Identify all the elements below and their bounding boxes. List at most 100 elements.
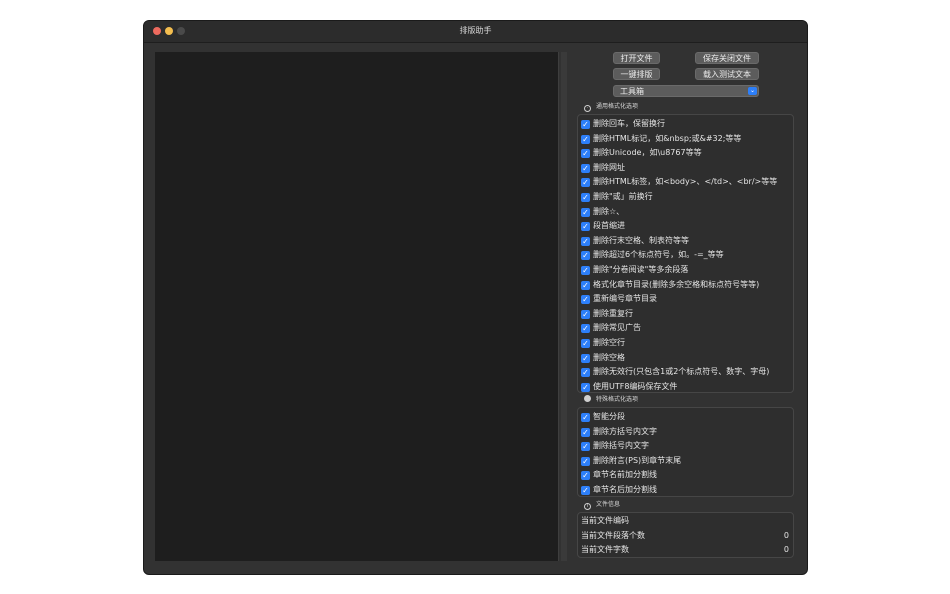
checkmark-icon[interactable]: ✓ — [581, 427, 590, 437]
option-checkbox-row[interactable]: ✓ 章节名后加分割线 — [581, 484, 657, 497]
file-info-row: 当前文件编码 — [581, 515, 789, 529]
checkmark-icon[interactable]: ✓ — [581, 207, 590, 217]
app-window: 排版助手 打开文件 保存关闭文件 一键排版 载入测试文本 工具箱 ⌄ · 通用格式… — [143, 20, 808, 575]
option-label: 重新编号章节目录 — [593, 294, 657, 304]
checkmark-icon[interactable]: ✓ — [581, 266, 590, 275]
checkmark-icon[interactable]: ✓ — [581, 324, 590, 334]
info-icon: i — [584, 503, 591, 510]
file-info-label: 当前文件段落个数 — [581, 530, 645, 540]
option-label: 删除无效行(只包含1或2个标点符号、数字、字母) — [593, 367, 770, 377]
option-label: 章节名后加分割线 — [593, 485, 657, 494]
special-options-header: 特殊格式化选项 — [584, 395, 638, 405]
option-checkbox-row[interactable]: ✓ 删除回车，保留换行 — [581, 118, 665, 131]
option-label: 删除行末空格、制表符等等 — [593, 235, 689, 245]
radio-icon — [584, 395, 591, 402]
option-checkbox-row[interactable]: ✓ 删除空格 — [581, 352, 625, 365]
checkmark-icon[interactable]: ✓ — [581, 309, 590, 319]
option-checkbox-row[interactable]: ✓ 删除☆、 — [581, 206, 624, 219]
file-info-row: 当前文件段落个数 0 — [581, 530, 789, 544]
option-checkbox-row[interactable]: ✓ 使用UTF8编码保存文件 — [581, 381, 677, 394]
target-icon: · — [584, 105, 591, 112]
checkmark-icon[interactable]: ✓ — [581, 382, 590, 392]
option-checkbox-row[interactable]: ✓ 删除常见广告 — [581, 322, 641, 335]
option-checkbox-row[interactable]: ✓ 删除HTML标签，如<body>、</td>、<br/>等等 — [581, 176, 777, 189]
option-label: 删除"分卷阅读"等多余段落 — [593, 265, 689, 274]
option-checkbox-row[interactable]: ✓ 删除方括号内文字 — [581, 426, 657, 439]
window-title: 排版助手 — [459, 26, 492, 35]
option-checkbox-row[interactable]: ✓ 删除超过6个标点符号，如。-=_等等 — [581, 249, 724, 262]
one-click-format-button[interactable]: 一键排版 — [613, 68, 660, 80]
special-options-group: ✓ 智能分段 ✓ 删除方括号内文字 ✓ 删除括号内文字 ✓ 删除附言(PS)到章节末尾 ✓ 章节名… — [577, 407, 794, 497]
checkmark-icon[interactable]: ✓ — [581, 149, 590, 159]
option-checkbox-row[interactable]: ✓ 重新编号章节目录 — [581, 293, 657, 306]
file-info-label: 当前文件字数 — [581, 545, 629, 554]
option-label: 删除超过6个标点符号，如。-=_等等 — [593, 250, 724, 260]
option-label: 删除重复行 — [593, 308, 633, 318]
option-checkbox-row[interactable]: ✓ 删除HTML标记，如&nbsp;或&#32;等等 — [581, 133, 741, 146]
checkmark-icon[interactable]: ✓ — [581, 368, 590, 378]
option-label: 删除☆、 — [593, 206, 625, 216]
option-label: 删除常见广告 — [593, 323, 641, 333]
option-checkbox-row[interactable]: ✓ 智能分段 — [581, 411, 625, 424]
option-label: 删除Unicode，如\u8767等等 — [593, 148, 702, 158]
save-close-file-button[interactable]: 保存关闭文件 — [695, 52, 759, 64]
checkmark-icon[interactable]: ✓ — [581, 471, 590, 481]
option-checkbox-row[interactable]: ✓ 删除附言(PS)到章节末尾 — [581, 455, 681, 468]
option-label: 删除空行 — [593, 338, 625, 347]
checkmark-icon[interactable]: ✓ — [581, 236, 590, 246]
option-label: 章节名前加分割线 — [593, 470, 657, 480]
general-options-group: ✓ 删除回车，保留换行 ✓ 删除HTML标记，如&nbsp;或&#32;等等 ✓ 删除Un… — [577, 114, 794, 393]
file-info-group: 当前文件编码 当前文件段落个数 0 当前文件字数 0 — [577, 512, 794, 558]
option-label: 删除网址 — [593, 162, 625, 172]
checkmark-icon[interactable]: ✓ — [581, 339, 590, 348]
chevron-down-icon: ⌄ — [748, 87, 757, 95]
checkmark-icon[interactable]: ✓ — [581, 280, 590, 290]
option-checkbox-row[interactable]: ✓ 删除"分卷阅读"等多余段落 — [581, 264, 688, 277]
option-checkbox-row[interactable]: ✓ 删除Unicode，如\u8767等等 — [581, 147, 702, 160]
checkmark-icon[interactable]: ✓ — [581, 295, 590, 305]
checkmark-icon[interactable]: ✓ — [581, 353, 590, 363]
option-label: 删除空格 — [593, 352, 625, 362]
option-label: 段首缩进 — [593, 221, 625, 231]
option-label: 删除方括号内文字 — [593, 426, 657, 436]
option-checkbox-row[interactable]: ✓ 删除无效行(只包含1或2个标点符号、数字、字母) — [581, 366, 769, 379]
checkmark-icon[interactable]: ✓ — [581, 134, 590, 144]
checkmark-icon[interactable]: ✓ — [581, 178, 590, 188]
checkmark-icon[interactable]: ✓ — [581, 222, 590, 232]
option-checkbox-row[interactable]: ✓ 删除括号内文字 — [581, 440, 649, 453]
open-file-button[interactable]: 打开文件 — [613, 52, 660, 64]
checkmark-icon[interactable]: ✓ — [581, 120, 590, 129]
file-info-row: 当前文件字数 0 — [581, 544, 789, 558]
text-editor[interactable] — [155, 52, 559, 561]
checkmark-icon[interactable]: ✓ — [581, 486, 590, 495]
file-info-label: 当前文件编码 — [581, 516, 629, 525]
option-checkbox-row[interactable]: ✓ 删除重复行 — [581, 308, 633, 321]
option-checkbox-row[interactable]: ✓ 章节名前加分割线 — [581, 469, 657, 482]
option-checkbox-row[interactable]: ✓ 删除空行 — [581, 337, 625, 350]
checkmark-icon[interactable]: ✓ — [581, 456, 590, 466]
option-label: 删除回车，保留换行 — [593, 119, 665, 128]
checkmark-icon[interactable]: ✓ — [581, 163, 590, 173]
option-checkbox-row[interactable]: ✓ 格式化章节目录(删除多余空格和标点符号等等) — [581, 279, 759, 292]
option-checkbox-row[interactable]: ✓ 删除行末空格、制表符等等 — [581, 235, 689, 248]
option-label: 删除括号内文字 — [593, 441, 649, 451]
load-test-text-button[interactable]: 载入测试文本 — [695, 68, 759, 80]
option-checkbox-row[interactable]: ✓ 删除网址 — [581, 162, 625, 175]
checkmark-icon[interactable]: ✓ — [581, 442, 590, 452]
toolbox-select[interactable]: 工具箱 ⌄ — [613, 85, 759, 97]
option-checkbox-row[interactable]: ✓ 删除"或」前换行 — [581, 191, 653, 204]
file-info-title: 文件信息 — [596, 501, 621, 508]
file-info-value: 0 — [783, 530, 789, 540]
option-label: 删除HTML标签，如<body>、</td>、<br/>等等 — [593, 177, 778, 187]
file-info-header: i 文件信息 — [584, 500, 620, 510]
option-label: 删除"或」前换行 — [593, 192, 653, 201]
checkmark-icon[interactable]: ✓ — [581, 193, 590, 202]
special-options-title: 特殊格式化选项 — [596, 396, 639, 403]
checkmark-icon[interactable]: ✓ — [581, 413, 590, 422]
general-options-title: 通用格式化选项 — [596, 103, 639, 110]
option-checkbox-row[interactable]: ✓ 段首缩进 — [581, 220, 625, 233]
split-divider[interactable] — [561, 52, 567, 561]
option-label: 智能分段 — [593, 412, 625, 421]
general-options-header: · 通用格式化选项 — [584, 102, 638, 112]
checkmark-icon[interactable]: ✓ — [581, 251, 590, 261]
